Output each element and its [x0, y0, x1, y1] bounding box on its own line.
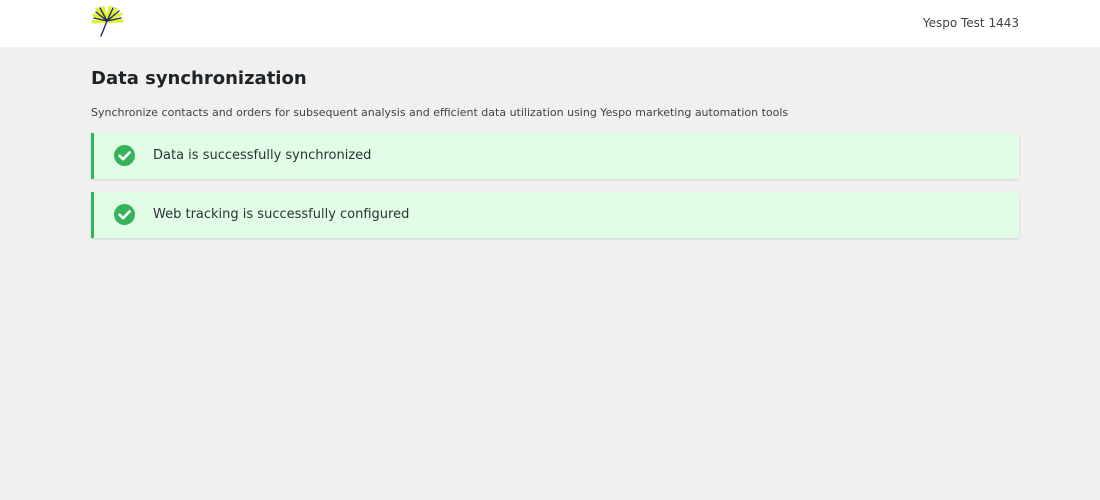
notice-data-synchronized: Data is successfully synchronized — [91, 133, 1019, 179]
top-bar: Yespo Test 1443 — [0, 0, 1100, 47]
notice-text: Web tracking is successfully configured — [153, 207, 410, 222]
main-content: Data synchronization Synchronize contact… — [91, 47, 1019, 238]
notice-text: Data is successfully synchronized — [153, 148, 372, 163]
page-description: Synchronize contacts and orders for subs… — [91, 106, 789, 119]
check-circle-icon — [114, 204, 135, 225]
notice-web-tracking-configured: Web tracking is successfully configured — [91, 192, 1019, 238]
yespo-logo-icon[interactable] — [90, 5, 124, 38]
check-circle-icon — [114, 145, 135, 166]
account-name[interactable]: Yespo Test 1443 — [923, 15, 1019, 31]
page-title: Data synchronization — [91, 68, 307, 89]
